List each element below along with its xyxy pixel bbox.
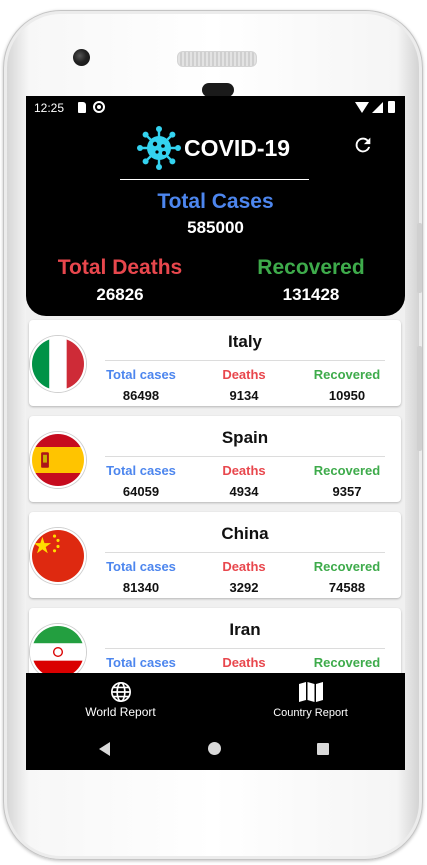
total-cases-label: Total Cases [157, 190, 274, 213]
card-divider [105, 552, 385, 553]
country-card-china[interactable]: China Total cases Deaths Recovered 81340… [29, 512, 401, 598]
cases-label: Total cases [106, 463, 176, 478]
china-flag-icon [30, 528, 86, 584]
spain-flag-icon [30, 432, 86, 488]
card-divider [105, 360, 385, 361]
back-icon[interactable] [99, 742, 110, 756]
status-time: 12:25 [34, 101, 65, 115]
italy-flag-icon [30, 336, 86, 392]
card-divider [105, 648, 385, 649]
cases-value: 81340 [122, 580, 160, 595]
sd-card-icon [78, 102, 86, 113]
sync-icon [93, 101, 105, 113]
front-camera [73, 49, 90, 66]
country-name: Spain [221, 428, 269, 447]
map-icon [299, 682, 323, 702]
power-button [417, 223, 422, 293]
virus-icon [137, 126, 181, 170]
recent-apps-icon[interactable] [317, 743, 329, 755]
country-name: China [221, 524, 269, 543]
recovered-label: Recovered [313, 559, 381, 574]
nav-world-label: World Report [85, 705, 156, 719]
total-deaths-label: Total Deaths [57, 256, 183, 279]
deaths-label: Deaths [222, 367, 266, 382]
nav-country-label: Country Report [273, 707, 348, 719]
nav-world-report[interactable]: World Report [26, 673, 215, 727]
battery-icon [388, 101, 395, 113]
total-recovered-value: 131428 [282, 285, 340, 304]
recovered-label: Recovered [313, 655, 381, 670]
recovered-value: 9357 [332, 484, 362, 499]
cell-signal-icon [372, 102, 383, 113]
total-cases-value: 585000 [187, 218, 244, 237]
cases-label: Total cases [106, 559, 176, 574]
volume-button [417, 346, 422, 451]
iran-flag-icon [30, 624, 86, 673]
app-logo: COVID-19 [136, 126, 290, 170]
country-name: Iran [229, 620, 261, 639]
country-card-iran[interactable]: Iran Total cases Deaths Recovered [29, 608, 401, 673]
app-title: COVID-19 [184, 134, 291, 161]
refresh-icon[interactable] [352, 134, 374, 156]
recovered-label: Recovered [313, 463, 381, 478]
status-bar: 12:25 [26, 96, 405, 120]
recovered-value: 10950 [328, 388, 366, 403]
recovered-label: Recovered [313, 367, 381, 382]
deaths-value: 3292 [229, 580, 259, 595]
country-card-italy[interactable]: Italy Total cases Deaths Recovered 86498… [29, 320, 401, 406]
bottom-navigation: World Report Country Report [26, 673, 405, 727]
deaths-label: Deaths [222, 655, 266, 670]
global-summary-header: COVID-19 Total Cases 585000 Total Deaths… [26, 120, 405, 316]
card-divider [105, 456, 385, 457]
cases-value: 86498 [122, 388, 160, 403]
globe-icon [111, 682, 131, 702]
country-name: Italy [227, 332, 263, 351]
country-card-spain[interactable]: Spain Total cases Deaths Recovered 64059… [29, 416, 401, 502]
cases-label: Total cases [106, 655, 176, 670]
system-navigation-bar [26, 727, 405, 770]
earpiece-speaker [177, 51, 257, 67]
total-deaths-value: 26826 [96, 285, 144, 304]
header-divider [120, 179, 309, 180]
proximity-sensor [202, 83, 234, 97]
wifi-icon [355, 102, 369, 113]
recovered-value: 74588 [328, 580, 366, 595]
deaths-value: 9134 [229, 388, 259, 403]
country-list[interactable]: Italy Total cases Deaths Recovered 86498… [26, 316, 405, 673]
home-icon[interactable] [208, 742, 221, 755]
total-recovered-label: Recovered [257, 256, 365, 279]
deaths-label: Deaths [222, 559, 266, 574]
app-screen: 12:25 COVID-19 Total Cases 585000 Total … [26, 96, 405, 770]
cases-value: 64059 [122, 484, 160, 499]
nav-country-report[interactable]: Country Report [216, 673, 405, 727]
cases-label: Total cases [106, 367, 176, 382]
deaths-value: 4934 [229, 484, 259, 499]
deaths-label: Deaths [222, 463, 266, 478]
